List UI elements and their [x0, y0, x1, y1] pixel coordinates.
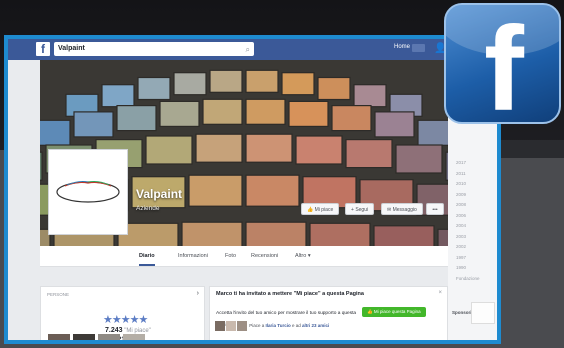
close-icon[interactable]: × [438, 290, 442, 296]
facebook-app-icon: f [444, 3, 561, 124]
timeline-year[interactable]: 2006 [448, 211, 497, 222]
friend-requests-icon[interactable]: 👤 [434, 43, 446, 55]
search-input[interactable]: Valpaint ⌕ [54, 42, 254, 56]
color-swatch [374, 111, 415, 138]
timeline-year[interactable]: 2008 [448, 200, 497, 211]
follow-button[interactable]: + Segui [345, 203, 375, 215]
facebook-top-bar: f Valpaint ⌕ Home 👤 [8, 39, 497, 60]
timeline-year[interactable]: 2011 [448, 169, 497, 180]
color-swatch [288, 100, 329, 128]
friend-avatar[interactable] [237, 321, 247, 331]
color-swatch [159, 100, 200, 128]
color-swatch [395, 144, 443, 174]
chevron-right-icon[interactable]: › [197, 290, 199, 297]
other-friends-link[interactable]: altri 23 amici [302, 323, 329, 328]
timeline-year[interactable]: 2017 [448, 158, 497, 169]
color-swatch [437, 228, 448, 246]
color-swatch [245, 174, 300, 207]
timeline-year[interactable]: 2003 [448, 232, 497, 243]
background-band [490, 140, 564, 158]
timeline-year[interactable]: 1990 [448, 263, 497, 274]
color-swatch [145, 135, 193, 165]
like-page-button[interactable]: 👍 Mi piace questa Pagina [362, 307, 426, 317]
photo-thumbnails[interactable] [48, 333, 198, 340]
color-swatch [295, 135, 343, 165]
sponsored-ad-image[interactable] [471, 302, 495, 324]
tab-foto[interactable]: Foto [225, 246, 236, 266]
color-swatch [202, 98, 243, 125]
color-swatch [73, 111, 114, 138]
profile-picture[interactable] [48, 149, 128, 235]
timeline-year[interactable]: 2004 [448, 221, 497, 232]
timeline-year[interactable]: Fondazione [448, 274, 497, 285]
color-swatch [188, 174, 243, 207]
color-swatch [317, 76, 351, 101]
tab-recensioni[interactable]: Recensioni [251, 246, 278, 266]
color-swatch [40, 119, 71, 146]
search-value: Valpaint [58, 45, 85, 52]
color-swatch [173, 72, 207, 96]
like-button[interactable]: 👍 Mi piace [301, 203, 340, 215]
color-swatch [195, 133, 243, 163]
tab-altro[interactable]: Altro ▾ [295, 246, 311, 266]
facebook-f-icon: f [484, 3, 524, 124]
facebook-page-screenshot: f Valpaint ⌕ Home 👤 2017 2011 2010 2009 2008… [4, 35, 501, 344]
valpaint-logo [56, 181, 120, 203]
color-swatch [40, 151, 43, 181]
timeline-year[interactable]: 2009 [448, 190, 497, 201]
color-swatch [345, 138, 393, 169]
color-swatch [245, 98, 286, 125]
message-button[interactable]: ✉ Messaggio [381, 203, 423, 215]
color-swatch [353, 84, 387, 108]
color-swatch [373, 225, 435, 246]
search-icon[interactable]: ⌕ [246, 43, 250, 57]
page-name: Valpaint [136, 187, 183, 201]
rating-stars: ★★★★★ [103, 314, 148, 326]
facebook-logo-icon[interactable]: f [36, 42, 50, 56]
friend-name-link[interactable]: Ilaria Turcio [266, 323, 291, 328]
color-swatch [116, 104, 157, 132]
friend-avatar[interactable] [226, 321, 236, 331]
color-swatch [245, 221, 307, 246]
color-swatch [137, 76, 171, 101]
timeline-year[interactable]: 2002 [448, 242, 497, 253]
page-tabs: Diario Informazioni Foto Recensioni Altr… [40, 246, 448, 267]
timeline-year[interactable]: 2010 [448, 179, 497, 190]
page-category: Aziende [136, 205, 160, 212]
invite-title: Marco ti ha invitato a mettere "Mi piace… [216, 291, 364, 297]
people-header: PERSONE [47, 292, 70, 297]
home-badge [412, 44, 425, 52]
tab-diario[interactable]: Diario [139, 246, 155, 266]
color-swatch [309, 222, 371, 246]
color-swatch [331, 104, 372, 132]
tab-informazioni[interactable]: Informazioni [178, 246, 208, 266]
color-swatch [281, 72, 315, 96]
color-swatch [417, 119, 448, 146]
color-swatch [209, 69, 243, 93]
friends-who-like: Piace a Ilaria Turcio e ad altri 23 amic… [215, 321, 329, 331]
color-swatch [101, 84, 135, 108]
more-button[interactable]: ••• [426, 203, 444, 215]
friend-avatar[interactable] [215, 321, 225, 331]
timeline-year[interactable]: 1997 [448, 253, 497, 264]
color-swatch [245, 69, 279, 93]
home-link[interactable]: Home [394, 44, 410, 50]
color-swatch [181, 221, 243, 246]
color-swatch [245, 133, 293, 163]
